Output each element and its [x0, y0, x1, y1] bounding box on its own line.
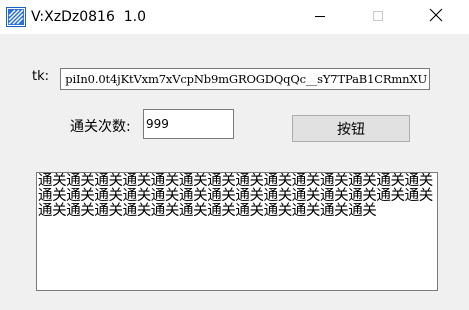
close-icon — [429, 7, 443, 26]
maximize-button[interactable] — [355, 0, 401, 33]
count-input[interactable]: 999 — [143, 109, 234, 139]
tk-input-value: piIn0.0t4jKtVxm7xVcpNb9mGROGDQqQc__sY7TP… — [65, 72, 427, 86]
output-textarea[interactable]: 通关通关通关通关通关通关通关通关通关通关通关通关通关通关通关通关通关通关通关通关… — [36, 172, 438, 291]
minimize-button[interactable] — [297, 0, 343, 33]
app-icon — [6, 7, 26, 27]
minimize-icon — [314, 7, 326, 26]
count-input-value: 999 — [146, 117, 169, 131]
maximize-icon — [372, 7, 384, 26]
tk-label: tk: — [32, 69, 50, 84]
title-bar[interactable]: V:XzDz0816 1.0 — [0, 0, 469, 34]
tk-input[interactable]: piIn0.0t4jKtVxm7xVcpNb9mGROGDQqQc__sY7TP… — [60, 68, 430, 90]
action-button[interactable]: 按钮 — [292, 115, 410, 142]
output-text: 通关通关通关通关通关通关通关通关通关通关通关通关通关通关通关通关通关通关通关通关… — [38, 173, 433, 219]
app-window: V:XzDz0816 1.0 tk: piIn0.0t4jKtVxm7xVcpN… — [0, 0, 469, 310]
action-button-label: 按钮 — [337, 121, 365, 138]
count-label: 通关次数: — [70, 119, 131, 135]
window-title: V:XzDz0816 1.0 — [31, 9, 147, 25]
close-button[interactable] — [413, 0, 459, 33]
